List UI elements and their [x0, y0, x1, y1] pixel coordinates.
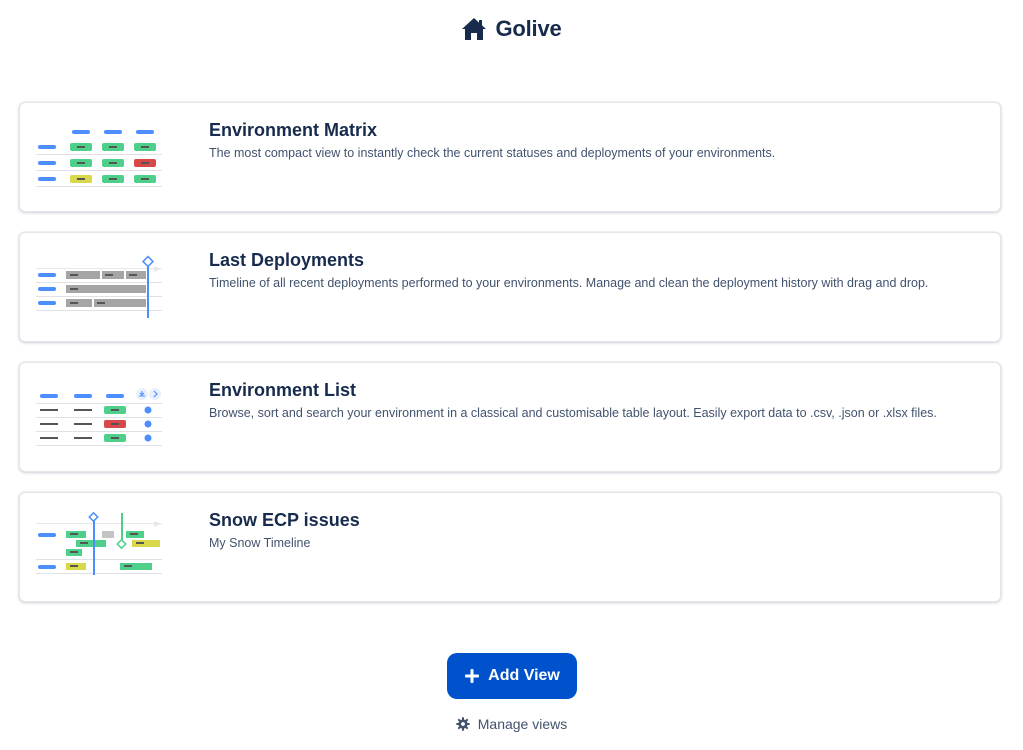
view-description: The most compact view to instantly check…	[209, 146, 776, 160]
view-card-environment-matrix[interactable]: Environment Matrix The most compact view…	[19, 102, 1001, 212]
view-card-snow-ecp-issues[interactable]: Snow ECP issues My Snow Timeline	[19, 492, 1001, 602]
manage-views-link[interactable]: Manage views	[0, 716, 1023, 732]
app-header: Golive	[0, 14, 1023, 44]
add-view-label: Add View	[488, 667, 560, 684]
view-description: My Snow Timeline	[209, 536, 311, 550]
plus-icon	[465, 669, 480, 683]
view-description: Timeline of all recent deployments perfo…	[209, 276, 929, 290]
timeline-thumbnail-icon	[36, 255, 162, 318]
view-card-environment-list[interactable]: Environment List Browse, sort and search…	[19, 362, 1001, 472]
view-name: Last Deployments	[209, 250, 365, 270]
matrix-thumbnail-icon	[36, 130, 162, 187]
view-name: Environment List	[209, 380, 357, 400]
list-thumbnail-icon	[36, 388, 162, 446]
view-description: Browse, sort and search your environment…	[209, 406, 937, 420]
manage-views-label: Manage views	[477, 716, 568, 732]
view-card-last-deployments[interactable]: Last Deployments Timeline of all recent …	[19, 232, 1001, 342]
view-list: Environment Matrix The most compact view…	[19, 102, 1001, 622]
issues-timeline-thumbnail-icon	[36, 511, 162, 575]
gear-icon	[456, 717, 470, 731]
view-name: Snow ECP issues	[209, 510, 360, 530]
add-view-button[interactable]: Add View	[447, 653, 577, 699]
app-title: Golive	[495, 16, 562, 41]
home-icon	[462, 18, 487, 40]
view-name: Environment Matrix	[209, 120, 378, 140]
